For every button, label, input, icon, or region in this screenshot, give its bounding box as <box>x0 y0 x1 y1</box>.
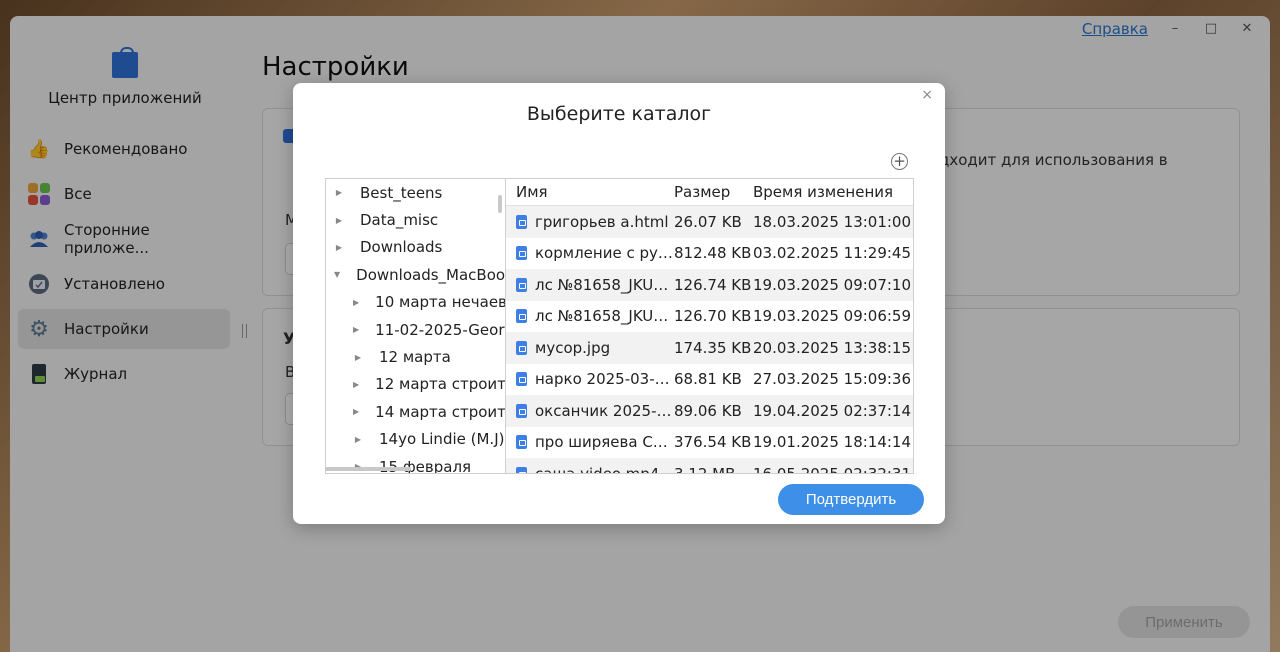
file-size: 3.12 MB <box>674 464 736 474</box>
file-icon <box>516 214 527 229</box>
tree-item-label: 10 марта нечаева <box>375 293 506 312</box>
caret-right-icon[interactable]: ▶ <box>334 216 344 225</box>
confirm-button[interactable]: Подтвердить <box>778 484 924 515</box>
file-size: 89.06 KB <box>674 401 742 420</box>
caret-right-icon[interactable]: ▶ <box>353 435 363 444</box>
file-name: нарко 2025-03-27... <box>535 370 674 389</box>
file-row[interactable]: лс №81658_JKU_... 126.74 KB 19.03.2025 09:… <box>506 269 913 301</box>
file-name-cell: оксанчик 2025-0... <box>506 402 674 420</box>
tree-item-label: 15 февраля <box>379 457 472 474</box>
tree-item-label: 12 марта строите <box>375 375 506 394</box>
file-modified: 19.03.2025 09:06:59 <box>753 307 912 326</box>
file-row[interactable]: григорьев а.html 26.07 KB 18.03.2025 13:01… <box>506 206 913 238</box>
file-size: 126.74 KB <box>674 275 752 294</box>
tree-item-label: Data_misc <box>360 211 439 230</box>
tree-item[interactable]: ▶ 10 марта нечаева <box>326 289 506 316</box>
column-modified[interactable]: Время изменения <box>753 183 913 201</box>
file-modified: 19.04.2025 02:37:14 <box>753 401 912 420</box>
tree-item[interactable]: ▶ Data_misc <box>326 206 506 233</box>
file-size: 126.70 KB <box>674 307 752 326</box>
file-icon <box>516 435 527 450</box>
tree-item[interactable]: ▶ 14yo Lindie (M.J) <box>326 426 506 453</box>
tree-item[interactable]: ▼ Downloads_MacBook <box>326 261 506 288</box>
file-icon <box>516 277 527 292</box>
file-list-header: Имя Размер Время изменения <box>506 179 913 206</box>
tree-item-label: 12 марта <box>379 348 451 367</box>
caret-right-icon[interactable]: ▶ <box>334 243 344 252</box>
file-size: 812.48 KB <box>674 244 752 263</box>
file-icon <box>516 466 527 473</box>
file-row[interactable]: саша video.mp4 3.12 MB 16.05.2025 02:32:31 <box>506 458 913 474</box>
select-directory-dialog: Выберите каталог × + ▶ Best_teens ▶ Data_mi… <box>293 83 945 524</box>
tree-item[interactable]: ▶ 14 марта строите <box>326 398 506 425</box>
file-row[interactable]: про ширяева Сн... 376.54 KB 19.01.2025 18:… <box>506 427 913 459</box>
caret-right-icon[interactable]: ▶ <box>353 298 359 307</box>
file-name-cell: нарко 2025-03-27... <box>506 370 674 388</box>
tree-item[interactable]: ▶ Downloads <box>326 234 506 261</box>
tree-scrollbar[interactable] <box>498 195 502 213</box>
tree-item-label: 14 марта строите <box>375 402 506 421</box>
dialog-title: Выберите каталог <box>526 103 712 125</box>
file-icon <box>516 309 527 324</box>
tree-item-label: 11-02-2025-Georgia <box>375 320 506 339</box>
file-size: 26.07 KB <box>674 212 742 231</box>
file-name: оксанчик 2025-0... <box>535 401 674 420</box>
file-name: мусор.jpg <box>535 338 611 357</box>
caret-right-icon[interactable]: ▶ <box>353 353 363 362</box>
file-size: 376.54 KB <box>674 433 752 452</box>
file-modified: 20.03.2025 13:38:15 <box>753 338 912 357</box>
file-modified: 03.02.2025 11:29:45 <box>753 244 912 263</box>
tree-item[interactable]: ▶ Best_teens <box>326 179 506 206</box>
column-size[interactable]: Размер <box>674 183 753 201</box>
caret-right-icon[interactable]: ▶ <box>334 188 344 197</box>
file-row[interactable]: кормление с рук... 812.48 KB 03.02.2025 11… <box>506 238 913 270</box>
caret-right-icon[interactable]: ▶ <box>353 380 359 389</box>
add-folder-icon[interactable]: + <box>891 153 908 170</box>
caret-right-icon[interactable]: ▶ <box>353 407 359 416</box>
tree-item-label: 14yo Lindie (M.J) <box>379 430 505 449</box>
caret-right-icon[interactable]: ▶ <box>353 325 359 334</box>
tree-horizontal-scrollbar[interactable] <box>325 467 411 471</box>
file-modified: 16.05.2025 02:32:31 <box>753 464 912 474</box>
file-row[interactable]: лс №81658_JKU_... 126.70 KB 19.03.2025 09:… <box>506 301 913 333</box>
file-name: кормление с рук... <box>535 244 674 263</box>
file-row[interactable]: оксанчик 2025-0... 89.06 KB 19.04.2025 02:… <box>506 395 913 427</box>
file-name: саша video.mp4 <box>535 464 660 474</box>
column-name[interactable]: Имя <box>506 183 674 201</box>
file-name-cell: кормление с рук... <box>506 244 674 262</box>
file-modified: 18.03.2025 13:01:00 <box>753 212 912 231</box>
file-modified: 19.01.2025 18:14:14 <box>753 433 912 452</box>
file-name: лс №81658_JKU_... <box>535 307 674 326</box>
tree-item-label: Best_teens <box>360 183 443 202</box>
file-row[interactable]: нарко 2025-03-27... 68.81 KB 27.03.2025 15… <box>506 364 913 396</box>
folder-tree: ▶ Best_teens ▶ Data_misc ▶ Downloads ▼ Download… <box>325 178 506 474</box>
file-name: григорьев а.html <box>535 212 669 231</box>
file-modified: 27.03.2025 15:09:36 <box>753 370 912 389</box>
tree-item[interactable]: ▶ 11-02-2025-Georgia <box>326 316 506 343</box>
file-size: 174.35 KB <box>674 338 752 357</box>
tree-item[interactable]: ▶ 12 марта <box>326 343 506 370</box>
file-icon <box>516 372 527 387</box>
file-name-cell: григорьев а.html <box>506 213 674 231</box>
file-name-cell: лс №81658_JKU_... <box>506 276 674 294</box>
file-row[interactable]: мусор.jpg 174.35 KB 20.03.2025 13:38:15 <box>506 332 913 364</box>
file-icon <box>516 340 527 355</box>
dialog-close-button[interactable]: × <box>921 87 933 103</box>
file-list: Имя Размер Время изменения григорьев а.h… <box>505 178 914 474</box>
file-name: лс №81658_JKU_... <box>535 275 674 294</box>
file-name-cell: мусор.jpg <box>506 339 674 357</box>
tree-item-label: Downloads <box>360 238 443 257</box>
tree-item[interactable]: ▶ 12 марта строите <box>326 371 506 398</box>
file-name-cell: про ширяева Сн... <box>506 433 674 451</box>
tree-item-label: Downloads_MacBook <box>356 265 506 284</box>
file-name-cell: саша video.mp4 <box>506 464 674 474</box>
file-name: про ширяева Сн... <box>535 433 674 452</box>
file-size: 68.81 KB <box>674 370 742 389</box>
file-name-cell: лс №81658_JKU_... <box>506 307 674 325</box>
caret-down-icon[interactable]: ▼ <box>334 270 340 279</box>
file-icon <box>516 403 527 418</box>
file-modified: 19.03.2025 09:07:10 <box>753 275 912 294</box>
file-icon <box>516 246 527 261</box>
